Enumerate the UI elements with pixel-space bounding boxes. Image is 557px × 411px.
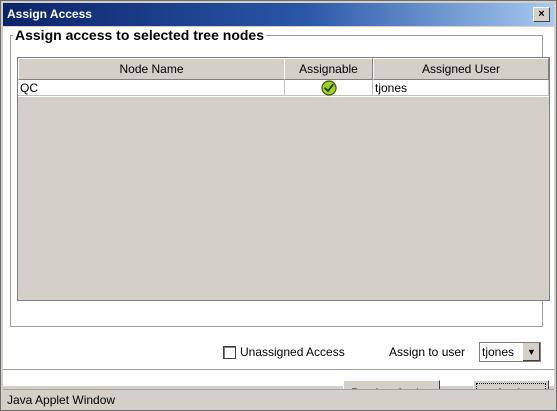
assign-to-user-label: Assign to user [389, 345, 466, 359]
status-text: Java Applet Window [7, 393, 116, 407]
dropdown-arrow-button[interactable]: ▼ [522, 343, 540, 361]
unassigned-access-label: Unassigned Access [240, 345, 345, 359]
chevron-down-icon: ▼ [527, 347, 536, 357]
assign-access-dialog: Assign Access × Assign access to selecte… [0, 0, 557, 411]
table-row[interactable]: QC tjones [18, 80, 549, 97]
close-icon: × [538, 8, 545, 20]
unassigned-access-checkbox[interactable] [223, 346, 236, 359]
table-header: Node Name Assignable Assigned User [18, 58, 549, 80]
column-header-node-name[interactable]: Node Name [18, 58, 285, 80]
group-legend: Assign access to selected tree nodes [15, 27, 264, 43]
column-header-assigned-user[interactable]: Assigned User [373, 58, 549, 80]
column-header-assignable[interactable]: Assignable [284, 58, 373, 80]
window-title: Assign Access [7, 7, 92, 21]
close-button[interactable]: × [533, 7, 550, 22]
title-bar[interactable]: Assign Access × [3, 3, 554, 26]
divider [3, 369, 554, 370]
cell-node-name[interactable]: QC [18, 80, 285, 96]
assign-to-user-select[interactable]: tjones ▼ [479, 342, 541, 362]
cell-assignable[interactable] [285, 80, 373, 96]
assign-controls: Unassigned Access Assign to user tjones … [3, 339, 554, 367]
nodes-table: Node Name Assignable Assigned User QC tj… [17, 57, 550, 301]
dialog-content: Assign access to selected tree nodes Nod… [3, 27, 554, 406]
assign-to-user-value: tjones [482, 345, 515, 359]
green-check-circle-icon [320, 80, 337, 96]
status-bar: Java Applet Window [3, 389, 554, 410]
cell-assigned-user[interactable]: tjones [373, 80, 549, 96]
